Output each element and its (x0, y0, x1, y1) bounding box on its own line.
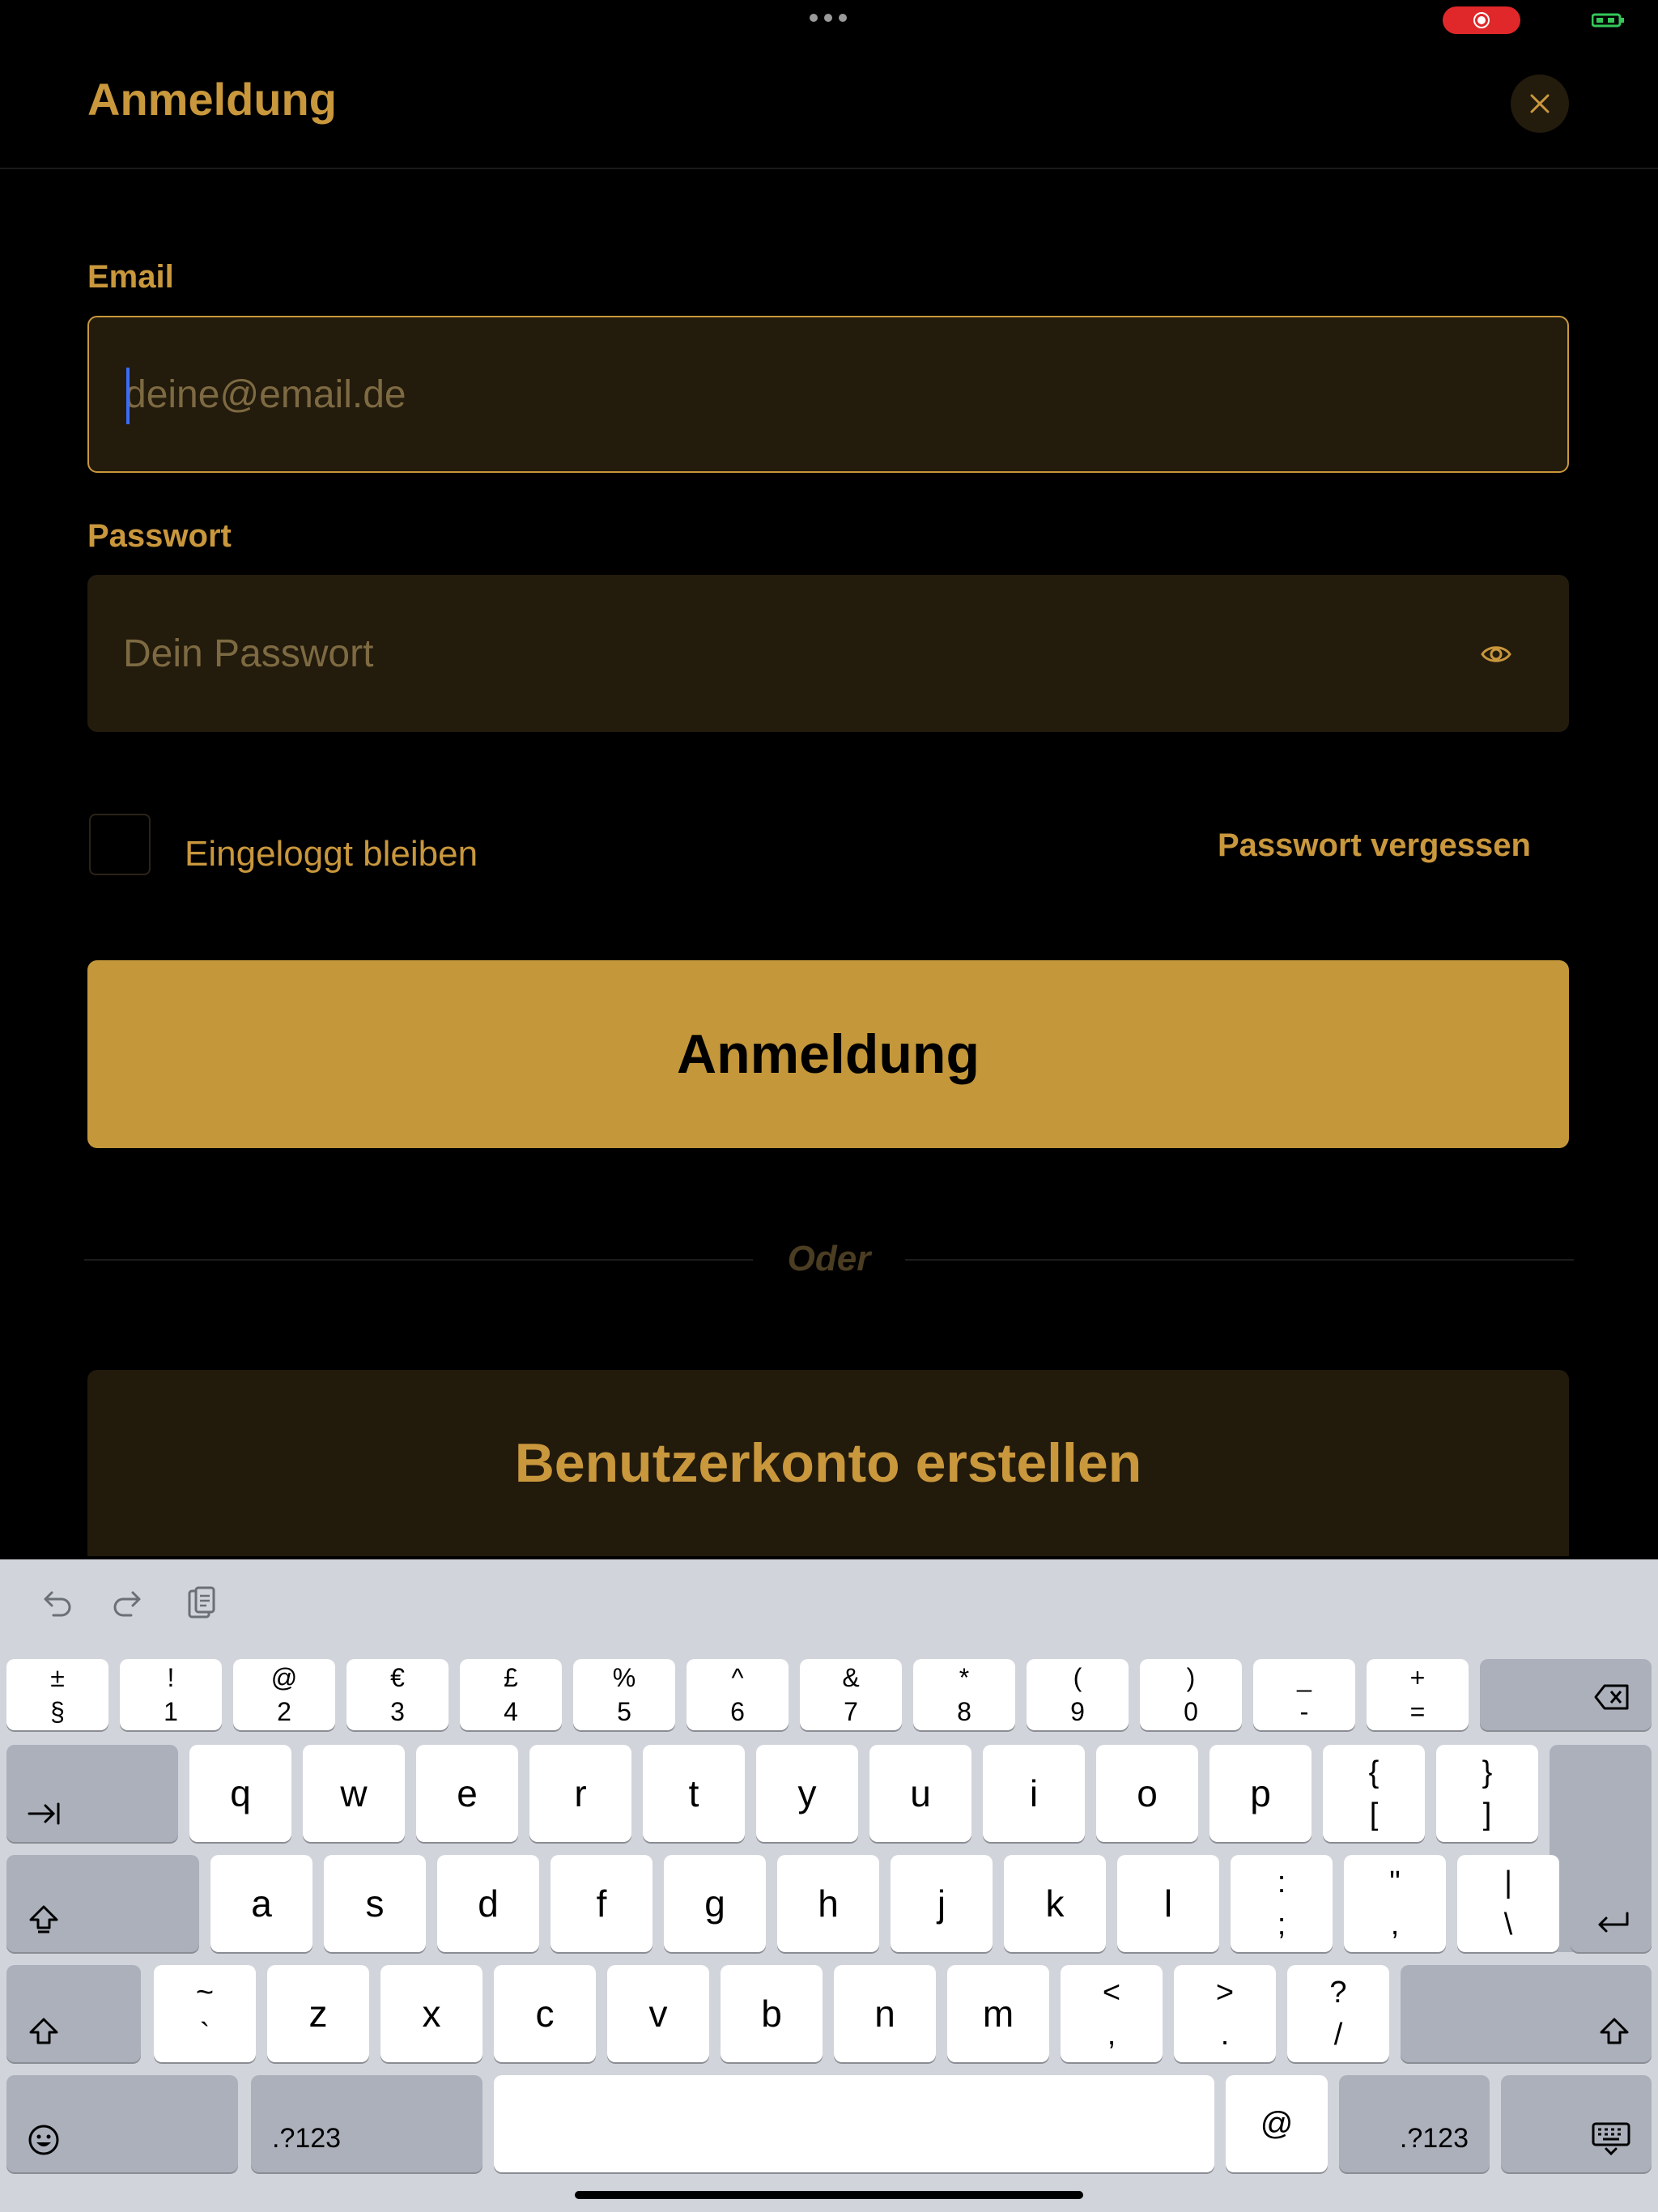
key-3[interactable]: €3 (346, 1659, 449, 1730)
key-backslash[interactable]: | \ (1457, 1855, 1559, 1952)
key-space[interactable] (494, 2075, 1214, 2172)
key-a[interactable]: a (210, 1855, 312, 1952)
key-w[interactable]: w (303, 1745, 405, 1842)
login-button[interactable]: Anmeldung (87, 960, 1569, 1148)
key-section[interactable]: ± § (6, 1659, 108, 1730)
keyboard-hide-icon (1592, 2122, 1630, 2156)
redo-icon[interactable] (110, 1585, 147, 1622)
key-0[interactable]: ) 0 (1140, 1659, 1242, 1730)
key-o[interactable]: o (1096, 1745, 1198, 1842)
key-b[interactable]: b (721, 1965, 823, 2062)
key-numbers-left[interactable]: .?123 (251, 2075, 483, 2172)
close-button[interactable] (1511, 74, 1569, 133)
battery-icon (1592, 13, 1624, 28)
key-y[interactable]: y (756, 1745, 858, 1842)
key-shift-right[interactable] (1401, 1965, 1652, 2062)
key-tilde[interactable]: ~ ` (154, 1965, 256, 2062)
shift-icon (1600, 2018, 1629, 2044)
divider-right (905, 1259, 1574, 1261)
home-indicator[interactable] (575, 2191, 1083, 2199)
or-separator-text: Oder (787, 1239, 871, 1278)
key-1[interactable]: ! 1 (120, 1659, 222, 1730)
key-right-bracket[interactable]: }] (1436, 1745, 1538, 1842)
email-label: Email (87, 259, 174, 295)
header-divider (0, 168, 1658, 169)
key-q[interactable]: q (189, 1745, 291, 1842)
key-n[interactable]: n (834, 1965, 936, 2062)
email-input[interactable] (125, 317, 1420, 471)
key-g[interactable]: g (664, 1855, 766, 1952)
key-delete[interactable] (1480, 1659, 1652, 1730)
key-f[interactable]: f (551, 1855, 653, 1952)
close-icon (1530, 94, 1550, 113)
backspace-icon (1594, 1684, 1629, 1710)
key-left-bracket[interactable]: {[ (1323, 1745, 1425, 1842)
key-7[interactable]: & 7 (800, 1659, 902, 1730)
key-minus[interactable]: _ - (1253, 1659, 1355, 1730)
key-p[interactable]: p (1209, 1745, 1312, 1842)
key-emoji[interactable] (6, 2075, 238, 2172)
caps-lock-icon (29, 1905, 58, 1933)
key-h[interactable]: h (777, 1855, 879, 1952)
tab-icon (28, 1802, 60, 1825)
key-k[interactable]: k (1004, 1855, 1106, 1952)
remember-me-label[interactable]: Eingeloggt bleiben (185, 834, 478, 874)
key-question[interactable]: ? / (1287, 1965, 1389, 2062)
key-v[interactable]: v (607, 1965, 709, 2062)
key-tab[interactable] (6, 1745, 178, 1842)
key-quote[interactable]: ", (1344, 1855, 1446, 1952)
key-2[interactable]: @2 (233, 1659, 335, 1730)
key-r[interactable]: r (529, 1745, 631, 1842)
text-cursor (126, 368, 130, 424)
divider-left (84, 1259, 753, 1261)
key-return-lower[interactable] (1571, 1855, 1652, 1952)
key-z[interactable]: z (267, 1965, 369, 2062)
key-u[interactable]: u (869, 1745, 971, 1842)
key-at[interactable]: @ (1226, 2075, 1328, 2172)
return-arrow-icon (1598, 1912, 1629, 1933)
forgot-password-link[interactable]: Passwort vergessen (1218, 827, 1531, 864)
key-m[interactable]: m (947, 1965, 1049, 2062)
create-account-button[interactable]: Benutzerkonto erstellen (87, 1370, 1569, 1556)
key-t[interactable]: t (643, 1745, 745, 1842)
password-label: Passwort (87, 518, 232, 554)
key-s[interactable]: s (324, 1855, 426, 1952)
page-title: Anmeldung (87, 74, 337, 125)
key-9[interactable]: (9 (1027, 1659, 1129, 1730)
key-caps-lock[interactable] (6, 1855, 199, 1952)
show-password-eye-icon[interactable] (1480, 638, 1512, 670)
key-c[interactable]: c (494, 1965, 596, 2062)
key-8[interactable]: * 8 (913, 1659, 1015, 1730)
screen-recording-indicator-icon (1443, 6, 1520, 34)
key-4[interactable]: £4 (460, 1659, 562, 1730)
multitasking-dots-icon[interactable] (810, 11, 848, 24)
key-j[interactable]: j (891, 1855, 993, 1952)
key-numbers-right[interactable]: .?123 (1339, 2075, 1490, 2172)
key-equals[interactable]: + = (1367, 1659, 1469, 1730)
email-field-container (87, 316, 1569, 473)
paste-icon[interactable] (183, 1585, 220, 1622)
key-shift-left[interactable] (6, 1965, 141, 2062)
key-e[interactable]: e (416, 1745, 518, 1842)
shift-icon (29, 2018, 58, 2044)
key-dismiss-keyboard[interactable] (1501, 2075, 1652, 2172)
key-6[interactable]: ^ 6 (687, 1659, 789, 1730)
key-5[interactable]: % 5 (573, 1659, 675, 1730)
key-less-than[interactable]: <, (1061, 1965, 1163, 2062)
key-semicolon[interactable]: :; (1231, 1855, 1333, 1952)
password-field-container (87, 575, 1569, 732)
key-i[interactable]: i (983, 1745, 1085, 1842)
key-d[interactable]: d (437, 1855, 539, 1952)
key-x[interactable]: x (380, 1965, 483, 2062)
password-input[interactable] (123, 575, 1418, 732)
undo-icon[interactable] (37, 1585, 74, 1622)
key-greater-than[interactable]: >. (1174, 1965, 1276, 2062)
remember-me-checkbox[interactable] (89, 814, 151, 875)
emoji-icon (28, 2125, 59, 2155)
key-l[interactable]: l (1117, 1855, 1219, 1952)
